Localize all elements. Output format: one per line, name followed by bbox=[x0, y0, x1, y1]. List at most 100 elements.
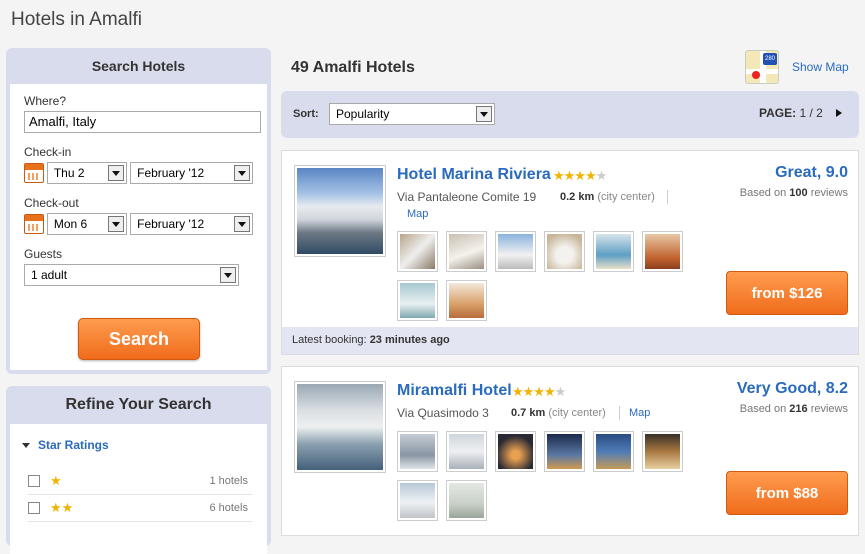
gallery-photo[interactable] bbox=[642, 231, 683, 272]
checkin-label: Check-in bbox=[24, 145, 72, 159]
guests-select[interactable]: 1 adult bbox=[24, 264, 239, 286]
search-button[interactable]: Search bbox=[78, 318, 200, 360]
sort-select[interactable]: Popularity bbox=[329, 103, 495, 125]
gallery-photo[interactable] bbox=[495, 431, 536, 472]
chevron-down-icon bbox=[108, 216, 125, 232]
hotel-distance: 0.2 km (city center) bbox=[560, 191, 655, 203]
star-rating: ★★★★★ bbox=[553, 168, 608, 184]
star-filter-checkbox[interactable] bbox=[28, 475, 40, 487]
gallery-photo[interactable] bbox=[593, 231, 634, 272]
gallery-photo[interactable] bbox=[544, 431, 585, 472]
guests-label: Guests bbox=[24, 247, 63, 261]
triangle-down-icon bbox=[22, 442, 30, 448]
star-ratings-toggle[interactable]: Star Ratings bbox=[22, 438, 255, 452]
hotel-card: Miramalfi Hotel ★★★★★ Via Quasimodo 3 0.… bbox=[281, 366, 859, 536]
map-link[interactable]: Map bbox=[407, 208, 428, 220]
hotel-address: Via Pantaleone Comite 19 bbox=[397, 190, 537, 204]
photo-gallery bbox=[397, 431, 697, 521]
gallery-photo[interactable] bbox=[593, 431, 634, 472]
show-map-link[interactable]: Show Map bbox=[792, 60, 849, 74]
checkout-row: Mon 6 February '12 bbox=[24, 213, 253, 235]
reviews-prefix: Based on bbox=[739, 187, 787, 199]
refine-panel-heading: Refine Your Search bbox=[65, 396, 212, 413]
star-icons-filled: ★★★★ bbox=[553, 168, 597, 183]
gallery-photo[interactable] bbox=[642, 431, 683, 472]
pagination: PAGE: 1 / 2 bbox=[759, 106, 823, 120]
sort-label: Sort: bbox=[293, 108, 319, 120]
distance-value: 0.7 km bbox=[511, 407, 546, 419]
where-input[interactable]: Amalfi, Italy bbox=[24, 111, 261, 133]
star-icon: ★ bbox=[50, 473, 62, 488]
hotel-card: Hotel Marina Riviera ★★★★★ Via Pantaleon… bbox=[281, 150, 859, 355]
hotel-name-link[interactable]: Miramalfi Hotel bbox=[397, 382, 512, 400]
checkin-month-select[interactable]: February '12 bbox=[130, 162, 253, 184]
reviews-number: 100 bbox=[789, 187, 808, 199]
hotel-rating: Very Good, 8.2 Based on 216 reviews bbox=[737, 380, 848, 415]
gallery-photo[interactable] bbox=[397, 231, 438, 272]
gallery-photo[interactable] bbox=[397, 280, 438, 321]
checkin-month-value: February '12 bbox=[137, 166, 205, 180]
checkout-month-select[interactable]: February '12 bbox=[130, 213, 253, 235]
gallery-photo[interactable] bbox=[397, 431, 438, 472]
chevron-down-icon bbox=[220, 267, 236, 283]
chevron-down-icon bbox=[234, 165, 250, 181]
gallery-photo[interactable] bbox=[446, 231, 487, 272]
reviews-prefix: Based on bbox=[739, 403, 787, 415]
distance-note: (city center) bbox=[548, 407, 606, 419]
chevron-down-icon bbox=[476, 106, 492, 122]
map-icon[interactable]: 280 bbox=[745, 50, 779, 84]
booking-time: 23 minutes ago bbox=[369, 334, 450, 346]
gallery-photo[interactable] bbox=[446, 480, 487, 521]
checkout-day-select[interactable]: Mon 6 bbox=[46, 213, 128, 235]
chevron-down-icon bbox=[234, 216, 250, 232]
page-value: 1 / 2 bbox=[799, 106, 823, 120]
star-filter-count: 1 hotels bbox=[209, 475, 248, 487]
reviews-number: 216 bbox=[789, 403, 808, 415]
search-panel-heading: Search Hotels bbox=[91, 58, 186, 74]
page-title: Hotels in Amalfi bbox=[11, 9, 142, 30]
distance-value: 0.2 km bbox=[560, 191, 595, 203]
divider bbox=[619, 406, 620, 420]
gallery-photo[interactable] bbox=[495, 231, 536, 272]
checkout-label: Check-out bbox=[24, 196, 79, 210]
gallery-photo[interactable] bbox=[544, 231, 585, 272]
price-button[interactable]: from $126 bbox=[726, 271, 848, 315]
hotel-name-link[interactable]: Hotel Marina Riviera bbox=[397, 166, 551, 184]
star-filter-checkbox[interactable] bbox=[28, 502, 40, 514]
price-button[interactable]: from $88 bbox=[726, 471, 848, 515]
guests-value: 1 adult bbox=[31, 268, 68, 282]
photo-gallery bbox=[397, 231, 697, 321]
star-rating: ★★★★★ bbox=[512, 384, 566, 400]
sort-bar: Sort: Popularity PAGE: 1 / 2 bbox=[281, 91, 859, 138]
next-page-icon[interactable] bbox=[836, 109, 842, 117]
star-ratings-label: Star Ratings bbox=[38, 438, 109, 452]
review-count: Based on 100 reviews bbox=[740, 187, 848, 199]
checkin-day-value: Thu 2 bbox=[53, 166, 85, 180]
reviews-suffix: reviews bbox=[810, 403, 848, 415]
distance-note: (city center) bbox=[597, 191, 655, 203]
refine-panel-body: Star Ratings ★ 1 hotels ★★ 6 hotels bbox=[10, 424, 267, 554]
gallery-photo[interactable] bbox=[446, 280, 487, 321]
calendar-icon[interactable] bbox=[24, 214, 44, 234]
search-hotels-panel: Search Hotels Where? Amalfi, Italy Check… bbox=[6, 48, 271, 374]
checkout-month-value: February '12 bbox=[137, 217, 205, 231]
checkin-day-select[interactable]: Thu 2 bbox=[46, 162, 128, 184]
hotel-distance: 0.7 km (city center) bbox=[511, 407, 606, 419]
gallery-photo[interactable] bbox=[397, 480, 438, 521]
refine-search-panel: Refine Your Search Star Ratings ★ 1 hote… bbox=[6, 386, 271, 554]
hotel-photo[interactable] bbox=[294, 381, 386, 473]
divider bbox=[667, 190, 668, 204]
hotel-photo[interactable] bbox=[294, 165, 386, 257]
star-filter-row: ★★ 6 hotels bbox=[28, 495, 252, 522]
star-icons-filled: ★★★★ bbox=[512, 384, 556, 399]
star-icons-empty: ★ bbox=[595, 168, 608, 183]
gallery-photo[interactable] bbox=[446, 431, 487, 472]
calendar-icon[interactable] bbox=[24, 163, 44, 183]
star-icon: ★★ bbox=[50, 500, 74, 515]
booking-prefix: Latest booking: bbox=[292, 334, 367, 346]
star-filter-row: ★ 1 hotels bbox=[28, 468, 252, 495]
checkin-row: Thu 2 February '12 bbox=[24, 162, 253, 184]
map-link[interactable]: Map bbox=[629, 407, 650, 419]
checkout-day-value: Mon 6 bbox=[53, 217, 88, 231]
where-label: Where? bbox=[24, 94, 67, 108]
